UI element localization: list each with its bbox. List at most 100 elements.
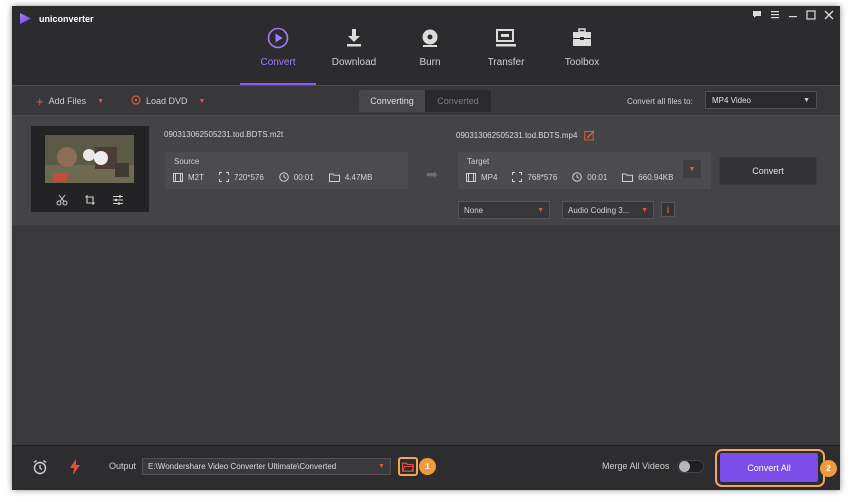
target-format: MP4 <box>466 172 497 182</box>
chevron-down-icon: ▼ <box>641 206 648 214</box>
file-list-empty-area <box>12 225 840 445</box>
source-details: M2T 720*576 00:01 4.47MB <box>173 172 372 182</box>
open-folder-button[interactable] <box>398 457 418 476</box>
source-size-value: 4.47MB <box>344 172 373 182</box>
plus-icon: + <box>36 93 44 109</box>
output-label: Output <box>109 461 137 471</box>
disc-icon <box>420 27 440 49</box>
convert-play-icon <box>267 27 289 49</box>
target-duration: 00:01 <box>572 172 607 182</box>
audio-track-value: Audio Coding 3... <box>568 205 630 215</box>
nav-download[interactable]: Download <box>316 6 392 85</box>
nav-convert-label: Convert <box>260 57 296 68</box>
app-logo: uniconverter <box>20 13 94 24</box>
load-dvd-button[interactable]: Load DVD ▼ <box>131 86 205 116</box>
resolution-icon <box>219 172 229 182</box>
target-file-name: 090313062505231.tod.BDTS.mp4 <box>456 131 578 140</box>
chevron-down-icon[interactable]: ▼ <box>97 98 104 105</box>
target-details: MP4 768*576 00:01 660.94KB <box>466 172 673 182</box>
convert-button[interactable]: Convert <box>719 157 817 185</box>
audio-track-select[interactable]: Audio Coding 3... ▼ <box>562 201 654 219</box>
clock-icon <box>279 172 289 182</box>
add-files-label: Add Files <box>48 96 87 106</box>
merge-all-videos-toggle[interactable] <box>677 460 704 473</box>
folder-icon <box>328 173 340 182</box>
high-speed-lightning-icon[interactable] <box>66 458 84 476</box>
target-resolution-value: 768*576 <box>527 172 558 182</box>
thumbnail-image <box>45 135 134 183</box>
chevron-down-icon: ▼ <box>537 206 544 214</box>
edit-pencil-icon[interactable] <box>584 130 595 141</box>
effects-sliders-icon[interactable] <box>112 194 124 208</box>
chat-icon[interactable] <box>751 9 762 20</box>
resolution-icon <box>512 172 523 182</box>
convert-all-button[interactable]: Convert All <box>720 453 818 482</box>
nav-transfer-label: Transfer <box>487 57 525 68</box>
app-window: uniconverter Convert Download Burn Trans… <box>12 6 840 490</box>
nav-toolbox-label: Toolbox <box>564 57 600 68</box>
subtitle-select[interactable]: None ▼ <box>458 201 550 219</box>
step-badge-1: 1 <box>419 458 436 475</box>
dvd-icon <box>131 95 141 107</box>
nav-burn-label: Burn <box>419 57 441 68</box>
chevron-down-icon[interactable]: ▼ <box>199 98 206 105</box>
toolbox-icon <box>571 27 593 49</box>
menu-icon[interactable] <box>769 9 780 20</box>
tab-converted[interactable]: Converted <box>425 90 491 112</box>
window-controls <box>751 9 834 20</box>
folder-open-icon <box>402 462 414 472</box>
maximize-icon[interactable] <box>805 9 816 20</box>
caret-down-icon: ▼ <box>688 165 696 173</box>
output-format-select[interactable]: MP4 Video ▼ <box>705 91 817 109</box>
arrow-right-icon: ➡ <box>426 166 438 182</box>
convert-all-to-label: Convert all files to: <box>627 96 693 106</box>
main-nav: Convert Download Burn Transfer Toolbox <box>240 6 620 85</box>
source-resolution-value: 720*576 <box>234 172 264 182</box>
title-bar: uniconverter Convert Download Burn Trans… <box>12 6 840 85</box>
transfer-icon <box>495 27 517 49</box>
source-title: Source <box>174 157 200 166</box>
video-thumbnail[interactable] <box>31 126 149 212</box>
tab-converting[interactable]: Converting <box>359 90 425 112</box>
scissors-icon[interactable] <box>56 194 68 208</box>
info-button[interactable]: i <box>661 202 675 217</box>
source-format: M2T <box>173 172 204 182</box>
toggle-knob <box>679 461 690 472</box>
source-resolution: 720*576 <box>219 172 264 182</box>
nav-burn[interactable]: Burn <box>392 6 468 85</box>
minimize-icon[interactable] <box>787 9 798 20</box>
folder-icon <box>622 173 634 182</box>
target-info-panel: Target MP4 768*576 00:01 660.94KB ▼ <box>458 152 711 189</box>
target-settings-dropdown[interactable]: ▼ <box>683 160 701 178</box>
output-path-value: E:\Wondershare Video Converter Ultimate\… <box>148 462 337 471</box>
step-badge-2: 2 <box>820 460 837 477</box>
output-path-select[interactable]: E:\Wondershare Video Converter Ultimate\… <box>142 458 391 475</box>
subtitle-value: None <box>464 205 484 215</box>
crop-icon[interactable] <box>84 194 96 208</box>
source-duration-value: 00:01 <box>293 172 314 182</box>
target-size-value: 660.94KB <box>638 172 674 182</box>
close-icon[interactable] <box>823 9 834 20</box>
load-dvd-label: Load DVD <box>146 96 188 106</box>
target-title: Target <box>467 157 490 166</box>
download-icon <box>345 27 363 49</box>
chevron-down-icon: ▼ <box>378 463 385 470</box>
source-info-panel: Source M2T 720*576 00:01 4.47MB <box>165 152 408 189</box>
target-size: 660.94KB <box>622 172 673 182</box>
add-files-button[interactable]: + Add Files ▼ <box>36 86 104 116</box>
target-resolution: 768*576 <box>512 172 557 182</box>
alarm-clock-icon[interactable] <box>31 458 49 476</box>
file-item: 090313062505231.tod.BDTS.m2t 09031306250… <box>12 115 840 225</box>
nav-transfer[interactable]: Transfer <box>468 6 544 85</box>
nav-toolbox[interactable]: Toolbox <box>544 6 620 85</box>
merge-all-videos-label: Merge All Videos <box>602 461 670 471</box>
source-format-value: M2T <box>188 172 204 182</box>
nav-convert[interactable]: Convert <box>240 6 316 85</box>
film-icon <box>466 172 476 182</box>
info-icon: i <box>666 204 670 215</box>
thumbnail-tools <box>31 190 149 212</box>
toolbar: + Add Files ▼ Load DVD ▼ Converting Conv… <box>12 85 840 115</box>
bottom-bar: Output E:\Wondershare Video Converter Ul… <box>12 445 840 490</box>
clock-icon <box>572 172 583 182</box>
film-icon <box>173 172 183 182</box>
